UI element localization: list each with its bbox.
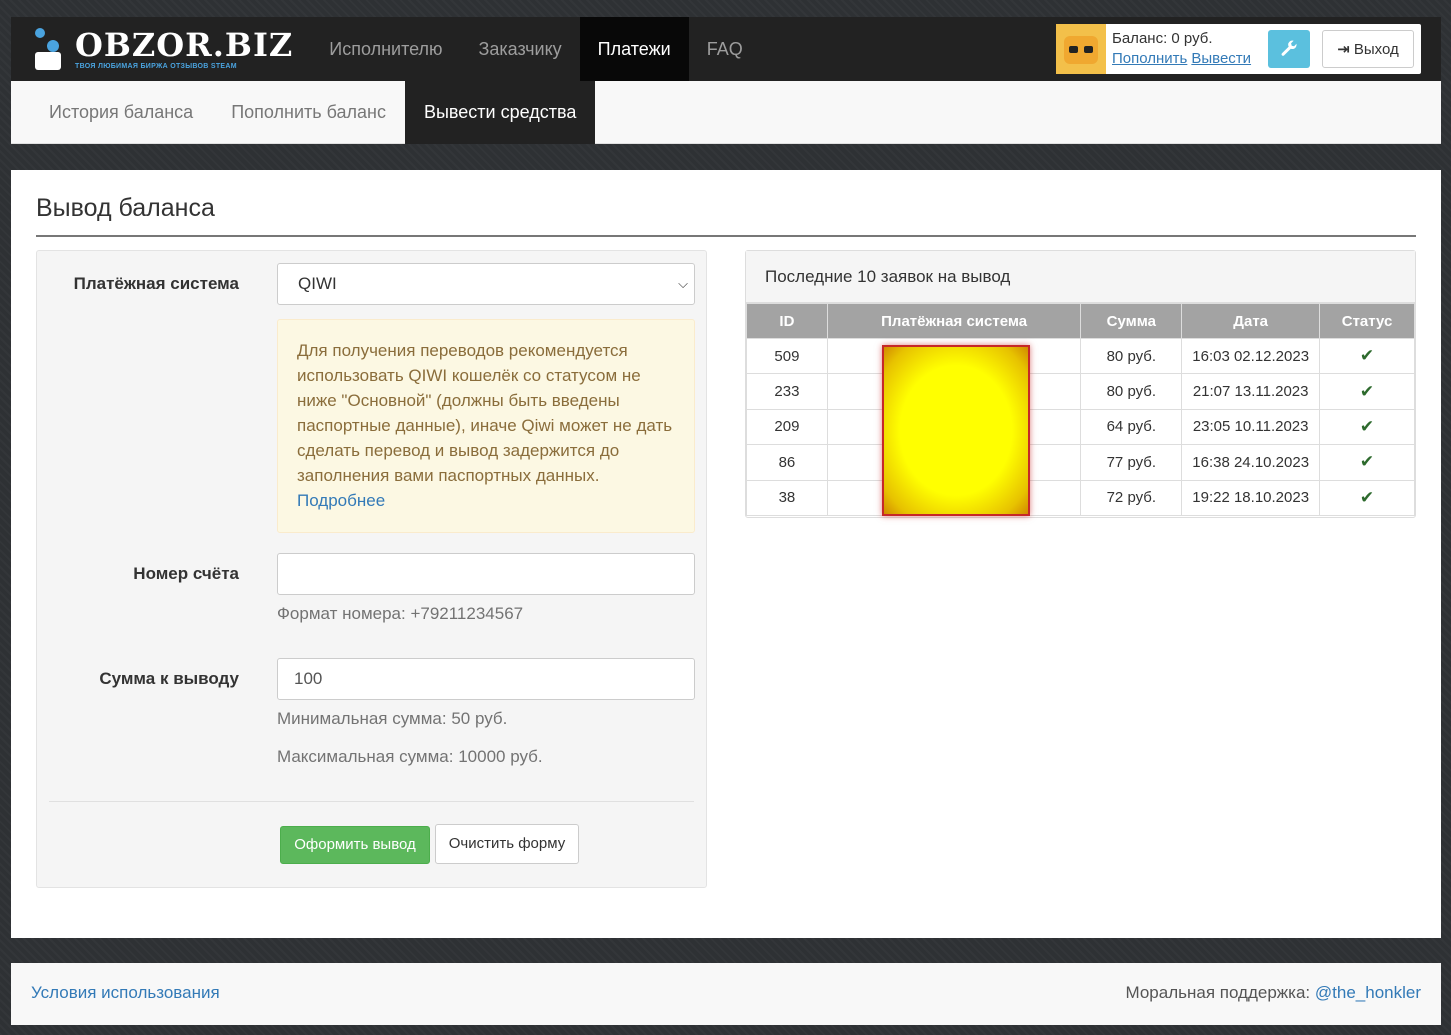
cell-sum: 64 руб. bbox=[1080, 408, 1183, 446]
col-payment-system: Платёжная система bbox=[826, 303, 1082, 339]
subnav-topup-balance[interactable]: Пополнить баланс bbox=[212, 81, 405, 144]
nav-item-performer[interactable]: Исполнителю bbox=[311, 17, 460, 81]
cell-status: ✔ bbox=[1319, 479, 1415, 516]
logout-icon: ⇥ bbox=[1337, 41, 1350, 58]
submit-withdraw-button[interactable]: Оформить вывод bbox=[280, 826, 430, 864]
topup-link[interactable]: Пополнить bbox=[1112, 50, 1187, 67]
payment-system-label: Платёжная система bbox=[73, 274, 239, 293]
check-icon: ✔ bbox=[1359, 452, 1375, 472]
cell-sum: 80 руб. bbox=[1080, 373, 1183, 410]
table-row: 38 72 руб. 19:22 18.10.2023 ✔ bbox=[746, 479, 1415, 516]
check-icon: ✔ bbox=[1359, 487, 1375, 507]
logo-title: OBZOR.BIZ bbox=[75, 25, 294, 64]
page-title: Вывод баланса bbox=[36, 194, 215, 222]
cell-date: 16:03 02.12.2023 bbox=[1181, 337, 1321, 375]
cell-date: 21:07 13.11.2023 bbox=[1181, 373, 1321, 410]
chevron-down-icon: ⌵ bbox=[678, 276, 688, 291]
site-logo[interactable]: OBZOR.BIZ ТВОЯ ЛЮБИМАЯ БИРЖА ОТЗЫВОВ STE… bbox=[33, 17, 293, 81]
requests-table: ID Платёжная система Сумма Дата Статус 5… bbox=[746, 303, 1415, 516]
subnav-withdraw-funds[interactable]: Вывести средства bbox=[404, 81, 596, 144]
support-text: Моральная поддержка: bbox=[1125, 983, 1311, 1002]
support-info: Моральная поддержка: @the_honkler bbox=[1125, 983, 1421, 1003]
col-date: Дата bbox=[1181, 303, 1321, 339]
account-format-help: Формат номера: +79211234567 bbox=[277, 604, 524, 623]
account-number-label: Номер счёта bbox=[133, 564, 239, 583]
settings-button[interactable] bbox=[1268, 30, 1310, 68]
col-id: ID bbox=[746, 303, 828, 339]
withdraw-link[interactable]: Вывести bbox=[1191, 50, 1251, 67]
user-panel: Баланс: 0 руб. Пополнить Вывести ⇥ Выход bbox=[1056, 24, 1421, 74]
cell-id: 86 bbox=[746, 444, 828, 481]
cell-status: ✔ bbox=[1319, 337, 1415, 375]
table-row: 86 77 руб. 16:38 24.10.2023 ✔ bbox=[746, 444, 1415, 481]
terms-link[interactable]: Условия использования bbox=[31, 983, 220, 1003]
form-divider bbox=[49, 801, 694, 802]
cell-date: 16:38 24.10.2023 bbox=[1181, 444, 1321, 481]
main-nav: Исполнителю Заказчику Платежи FAQ bbox=[311, 17, 760, 81]
clear-form-button[interactable]: Очистить форму bbox=[435, 824, 579, 864]
avatar bbox=[1056, 24, 1106, 74]
cell-id: 209 bbox=[746, 408, 828, 446]
main-content: Вывод баланса Платёжная система QIWI ⌵ Д… bbox=[11, 170, 1441, 938]
cell-status: ✔ bbox=[1319, 408, 1415, 446]
check-icon: ✔ bbox=[1359, 381, 1375, 401]
support-link[interactable]: @the_honkler bbox=[1315, 983, 1421, 1002]
account-number-input[interactable] bbox=[277, 553, 695, 595]
divider bbox=[36, 235, 1416, 237]
top-navbar: OBZOR.BIZ ТВОЯ ЛЮБИМАЯ БИРЖА ОТЗЫВОВ STE… bbox=[11, 17, 1441, 81]
alert-text: Для получения переводов рекомендуется ис… bbox=[297, 341, 673, 485]
logo-tagline: ТВОЯ ЛЮБИМАЯ БИРЖА ОТЗЫВОВ STEAM bbox=[75, 62, 237, 70]
cell-id: 233 bbox=[746, 373, 828, 410]
cell-sum: 72 руб. bbox=[1080, 479, 1183, 516]
cell-date: 23:05 10.11.2023 bbox=[1181, 408, 1321, 446]
min-amount-help: Минимальная сумма: 50 руб. bbox=[277, 709, 508, 728]
redaction-block bbox=[882, 345, 1030, 516]
balance-info: Баланс: 0 руб. Пополнить Вывести bbox=[1112, 29, 1262, 69]
cell-status: ✔ bbox=[1319, 373, 1415, 410]
table-row: 209 64 руб. 23:05 10.11.2023 ✔ bbox=[746, 408, 1415, 446]
nav-item-faq[interactable]: FAQ bbox=[689, 17, 761, 81]
max-amount-help: Максимальная сумма: 10000 руб. bbox=[277, 747, 543, 766]
logout-label: Выход bbox=[1353, 40, 1399, 58]
amount-input[interactable]: 100 bbox=[277, 658, 695, 700]
footer: Условия использования Моральная поддержк… bbox=[11, 963, 1441, 1025]
payments-subnav: История баланса Пополнить баланс Вывести… bbox=[11, 81, 1441, 144]
cell-id: 38 bbox=[746, 479, 828, 516]
cell-date: 19:22 18.10.2023 bbox=[1181, 479, 1321, 516]
col-status: Статус bbox=[1319, 303, 1415, 339]
withdraw-form: Платёжная система QIWI ⌵ Для получения п… bbox=[36, 250, 707, 888]
check-icon: ✔ bbox=[1359, 416, 1375, 436]
table-row: 509 80 руб. 16:03 02.12.2023 ✔ bbox=[746, 337, 1415, 375]
cell-sum: 77 руб. bbox=[1080, 444, 1183, 481]
cell-id: 509 bbox=[746, 337, 828, 375]
more-info-link[interactable]: Подробнее bbox=[297, 491, 385, 510]
withdraw-requests-panel: Последние 10 заявок на вывод ID Платёжна… bbox=[745, 250, 1416, 518]
col-sum: Сумма bbox=[1080, 303, 1183, 339]
nav-item-customer[interactable]: Заказчику bbox=[461, 17, 580, 81]
subnav-balance-history[interactable]: История баланса bbox=[30, 81, 212, 144]
logo-icon bbox=[33, 26, 67, 72]
payment-system-select[interactable]: QIWI ⌵ bbox=[277, 263, 695, 305]
table-row: 233 80 руб. 21:07 13.11.2023 ✔ bbox=[746, 373, 1415, 410]
cell-status: ✔ bbox=[1319, 444, 1415, 481]
nav-item-payments[interactable]: Платежи bbox=[579, 17, 689, 81]
panel-heading: Последние 10 заявок на вывод bbox=[746, 251, 1415, 303]
amount-label: Сумма к выводу bbox=[99, 669, 239, 688]
cell-sum: 80 руб. bbox=[1080, 337, 1183, 375]
qiwi-warning-alert: Для получения переводов рекомендуется ис… bbox=[277, 319, 695, 533]
logout-button[interactable]: ⇥ Выход bbox=[1322, 30, 1414, 68]
balance-text: Баланс: 0 руб. bbox=[1112, 30, 1213, 47]
payment-system-value: QIWI bbox=[298, 274, 337, 293]
check-icon: ✔ bbox=[1359, 346, 1375, 366]
wrench-icon bbox=[1281, 40, 1297, 56]
